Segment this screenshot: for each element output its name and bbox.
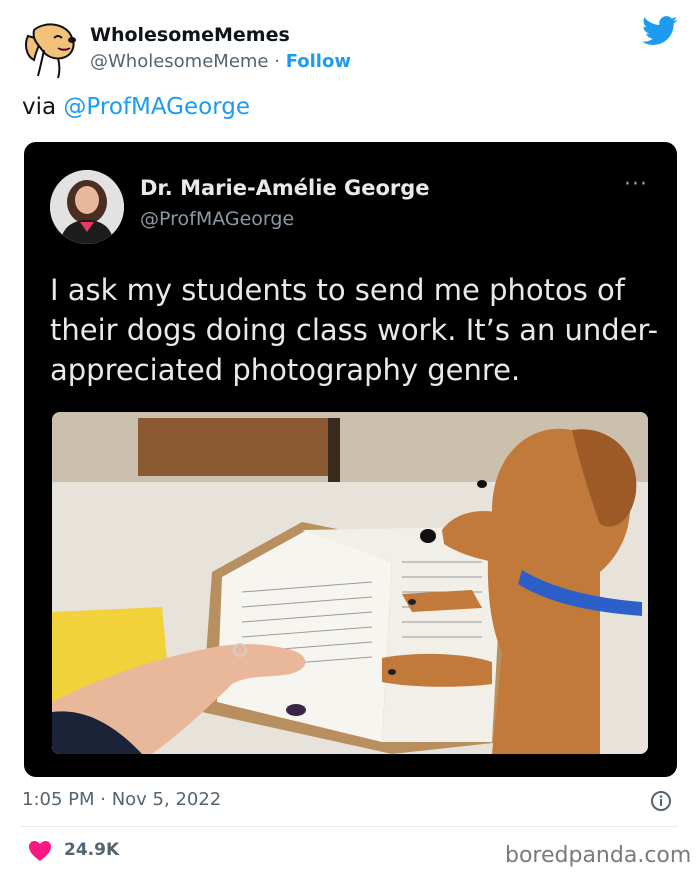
quoted-author-avatar xyxy=(50,170,124,244)
handle-separator: · xyxy=(268,51,286,72)
person-avatar-icon xyxy=(50,170,124,244)
dog-with-book-illustration xyxy=(52,412,648,754)
twitter-bird-icon[interactable] xyxy=(642,16,678,46)
site-watermark: boredpanda.com xyxy=(505,843,692,868)
dog-avatar-icon[interactable] xyxy=(18,16,82,80)
divider xyxy=(20,826,678,827)
tweet-text: via @ProfMAGeorge xyxy=(22,94,250,120)
info-icon[interactable] xyxy=(650,790,672,812)
tweet-header: WholesomeMemes @WholesomeMeme · Follow xyxy=(0,0,700,90)
quoted-author-name: Dr. Marie-Amélie George xyxy=(140,176,430,200)
author-handle[interactable]: @WholesomeMeme xyxy=(90,51,269,72)
via-prefix: via xyxy=(22,94,64,120)
author-handle-line: @WholesomeMeme · Follow xyxy=(90,51,351,72)
more-options-icon: ··· xyxy=(624,172,648,197)
mention-link[interactable]: @ProfMAGeorge xyxy=(63,94,250,120)
heart-icon[interactable] xyxy=(28,840,52,862)
follow-button[interactable]: Follow xyxy=(286,51,351,72)
tweet-timestamp[interactable]: 1:05 PM · Nov 5, 2022 xyxy=(22,789,221,810)
quoted-tweet-text: I ask my students to send me photos of t… xyxy=(50,273,659,387)
like-count[interactable]: 24.9K xyxy=(64,840,119,860)
quoted-author-handle: @ProfMAGeorge xyxy=(140,208,295,230)
quoted-tweet-image[interactable]: Dr. Marie-Amélie George @ProfMAGeorge ··… xyxy=(24,142,677,777)
dog-photo xyxy=(52,412,648,754)
author-name[interactable]: WholesomeMemes xyxy=(90,24,290,46)
